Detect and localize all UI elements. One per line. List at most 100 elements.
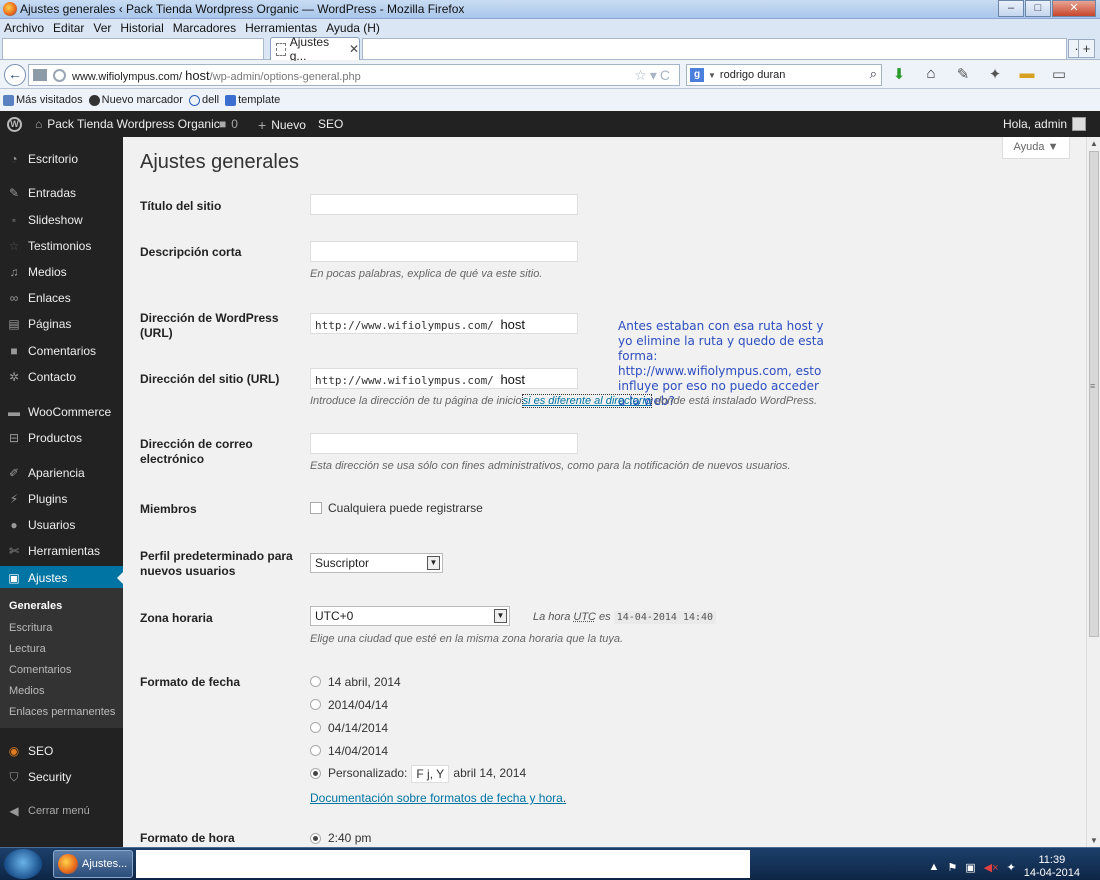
tab-ajustes[interactable]: Ajustes g... ✕ bbox=[270, 35, 360, 63]
date-format-option-4[interactable]: 14/04/2014 bbox=[328, 744, 388, 758]
window-icon[interactable]: ▭ bbox=[1050, 65, 1068, 83]
date-format-radio-custom[interactable] bbox=[310, 768, 321, 779]
new-tab-button[interactable]: + bbox=[1078, 39, 1095, 58]
submenu-comentarios[interactable]: Comentarios bbox=[9, 664, 71, 676]
scrollbar-thumb[interactable] bbox=[1089, 151, 1099, 637]
sidebar-item-usuarios[interactable]: ● Usuarios bbox=[0, 513, 123, 537]
bookmark-nuevo-marcador[interactable]: Nuevo marcador bbox=[88, 94, 183, 106]
close-tab-icon[interactable]: ✕ bbox=[349, 42, 359, 56]
bookmark-template[interactable]: template bbox=[225, 94, 280, 106]
collapse-menu-button[interactable]: ◀ Cerrar menú bbox=[0, 799, 123, 823]
mail-icon[interactable]: ▬ bbox=[1018, 65, 1036, 83]
tray-expand-icon[interactable]: ▲ bbox=[928, 861, 939, 873]
sidebar-item-slideshow[interactable]: ▪ Slideshow bbox=[0, 208, 123, 232]
tagline-field[interactable] bbox=[310, 241, 578, 262]
site-url-hint-link[interactable]: si es diferente al directorio bbox=[521, 394, 652, 408]
help-tab-button[interactable]: Ayuda ▼ bbox=[1002, 137, 1070, 159]
sidebar-item-paginas[interactable]: ▤ Páginas bbox=[0, 312, 123, 336]
security-tray-icon[interactable]: ✦ bbox=[1007, 861, 1016, 874]
bookmark-dell[interactable]: dell bbox=[188, 94, 219, 106]
scroll-up-icon[interactable]: ▲ bbox=[1090, 139, 1098, 148]
date-format-radio-2[interactable] bbox=[310, 699, 321, 710]
menu-archivo[interactable]: Archivo bbox=[4, 21, 44, 35]
sidebar-item-apariencia[interactable]: ✐ Apariencia bbox=[0, 461, 123, 485]
start-button[interactable] bbox=[4, 849, 42, 879]
menu-editar[interactable]: Editar bbox=[53, 21, 84, 35]
close-window-button[interactable]: ✕ bbox=[1052, 0, 1096, 17]
wp-logo-menu[interactable]: W bbox=[7, 117, 22, 132]
sidebar-item-plugins[interactable]: ⚡ Plugins bbox=[0, 487, 123, 511]
date-format-custom-input[interactable]: F j, Y bbox=[411, 765, 450, 783]
home-icon[interactable]: ⌂ bbox=[922, 65, 940, 83]
sidebar-item-comentarios[interactable]: ■ Comentarios bbox=[0, 339, 123, 363]
sidebar-item-ajustes[interactable]: ▣ Ajustes bbox=[0, 566, 123, 590]
submenu-escritura[interactable]: Escritura bbox=[9, 622, 52, 634]
download-icon[interactable]: ⬇ bbox=[890, 65, 908, 83]
email-field[interactable] bbox=[310, 433, 578, 454]
submenu-lectura[interactable]: Lectura bbox=[9, 643, 46, 655]
search-engine-dropdown-icon[interactable]: ▼ bbox=[708, 71, 716, 80]
search-icon[interactable]: ⌕ bbox=[870, 66, 877, 82]
members-checkbox-label[interactable]: Cualquiera puede registrarse bbox=[328, 501, 483, 515]
taskbar-firefox[interactable]: Ajustes... bbox=[53, 850, 133, 878]
wordpress-url-field[interactable]: http://www.wifiolympus.com/ host bbox=[310, 313, 578, 334]
wp-admin-sidebar: ◔ Escritorio ✎ Entradas ▪ Slideshow ☆ Testim… bbox=[0, 137, 123, 847]
sidebar-item-testimonios[interactable]: ☆ Testimonios bbox=[0, 234, 123, 258]
bookmark-star-icon[interactable]: ☆▾C bbox=[634, 67, 673, 84]
sidebar-item-herramientas[interactable]: ✄ Herramientas bbox=[0, 539, 123, 563]
sidebar-item-contacto[interactable]: ✲ Contacto bbox=[0, 365, 123, 389]
members-checkbox[interactable] bbox=[310, 502, 322, 514]
date-format-custom-label[interactable]: Personalizado: bbox=[328, 766, 407, 780]
volume-icon[interactable]: ◀× bbox=[984, 861, 999, 874]
minimize-button[interactable]: – bbox=[998, 0, 1024, 17]
menu-ver[interactable]: Ver bbox=[93, 21, 111, 35]
default-role-select[interactable]: Suscriptor ▼ bbox=[310, 553, 443, 573]
date-format-radio-3[interactable] bbox=[310, 722, 321, 733]
sidebar-item-enlaces[interactable]: ∞ Enlaces bbox=[0, 286, 123, 310]
timezone-select[interactable]: UTC+0 ▼ bbox=[310, 606, 510, 626]
site-name-menu[interactable]: ⌂ Pack Tienda Wordpress Organic bbox=[35, 117, 220, 131]
scroll-down-icon[interactable]: ▼ bbox=[1090, 836, 1098, 845]
submenu-generales[interactable]: Generales bbox=[9, 600, 62, 612]
date-format-radio-1[interactable] bbox=[310, 676, 321, 687]
sidebar-item-medios[interactable]: ♫ Medios bbox=[0, 260, 123, 284]
new-content-menu[interactable]: + Nuevo bbox=[258, 117, 306, 133]
maximize-button[interactable]: □ bbox=[1025, 0, 1051, 17]
date-format-option-3[interactable]: 04/14/2014 bbox=[328, 721, 388, 735]
sidebar-item-escritorio[interactable]: ◔ Escritorio bbox=[0, 147, 123, 171]
time-format-option-1[interactable]: 2:40 pm bbox=[328, 831, 371, 845]
addon-2-icon[interactable]: ✦ bbox=[986, 65, 1004, 83]
sidebar-item-entradas[interactable]: ✎ Entradas bbox=[0, 181, 123, 205]
seo-menu[interactable]: SEO bbox=[318, 117, 343, 131]
sidebar-item-seo[interactable]: ◉ SEO bbox=[0, 739, 123, 763]
menu-historial[interactable]: Historial bbox=[120, 21, 163, 35]
url-bar[interactable]: www.wifiolympus.com/ host/wp-admin/optio… bbox=[28, 64, 680, 86]
bookmark-mas-visitados[interactable]: Más visitados bbox=[3, 94, 83, 106]
time-format-radio-1[interactable] bbox=[310, 833, 321, 844]
flag-icon[interactable]: ⚑ bbox=[947, 861, 957, 874]
menu-marcadores[interactable]: Marcadores bbox=[173, 21, 236, 35]
date-format-option-2[interactable]: 2014/04/14 bbox=[328, 698, 388, 712]
site-url-field[interactable]: http://www.wifiolympus.com/ host bbox=[310, 368, 578, 389]
comments-menu[interactable]: ■ 0 bbox=[219, 117, 238, 131]
account-menu[interactable]: Hola, admin bbox=[1003, 117, 1087, 131]
search-bar[interactable]: g ▼ rodrigo duran ⌕ bbox=[686, 64, 882, 86]
menu-ayuda[interactable]: Ayuda (H) bbox=[326, 21, 380, 35]
submenu-medios[interactable]: Medios bbox=[9, 685, 44, 697]
date-format-option-1[interactable]: 14 abril, 2014 bbox=[328, 675, 401, 689]
date-format-radio-4[interactable] bbox=[310, 745, 321, 756]
sidebar-item-productos[interactable]: ⊟ Productos bbox=[0, 426, 123, 450]
clock[interactable]: 11:39 14-04-2014 bbox=[1024, 854, 1080, 880]
vertical-scrollbar[interactable]: ▲ ≡ ▼ bbox=[1086, 137, 1100, 847]
sidebar-item-security[interactable]: ⛉ Security bbox=[0, 765, 123, 789]
tab-blank-2[interactable] bbox=[362, 38, 1067, 59]
tab-blank[interactable] bbox=[2, 38, 264, 59]
addon-icon[interactable]: ✎ bbox=[954, 65, 972, 83]
menu-herramientas[interactable]: Herramientas bbox=[245, 21, 317, 35]
date-doc-link[interactable]: Documentación sobre formatos de fecha y … bbox=[310, 791, 563, 805]
back-button[interactable]: ← bbox=[4, 64, 26, 86]
sidebar-item-woocommerce[interactable]: ▬ WooCommerce bbox=[0, 400, 123, 424]
network-icon[interactable]: ▣ bbox=[965, 861, 975, 874]
submenu-enlaces-permanentes[interactable]: Enlaces permanentes bbox=[9, 706, 115, 718]
site-title-field[interactable] bbox=[310, 194, 578, 215]
